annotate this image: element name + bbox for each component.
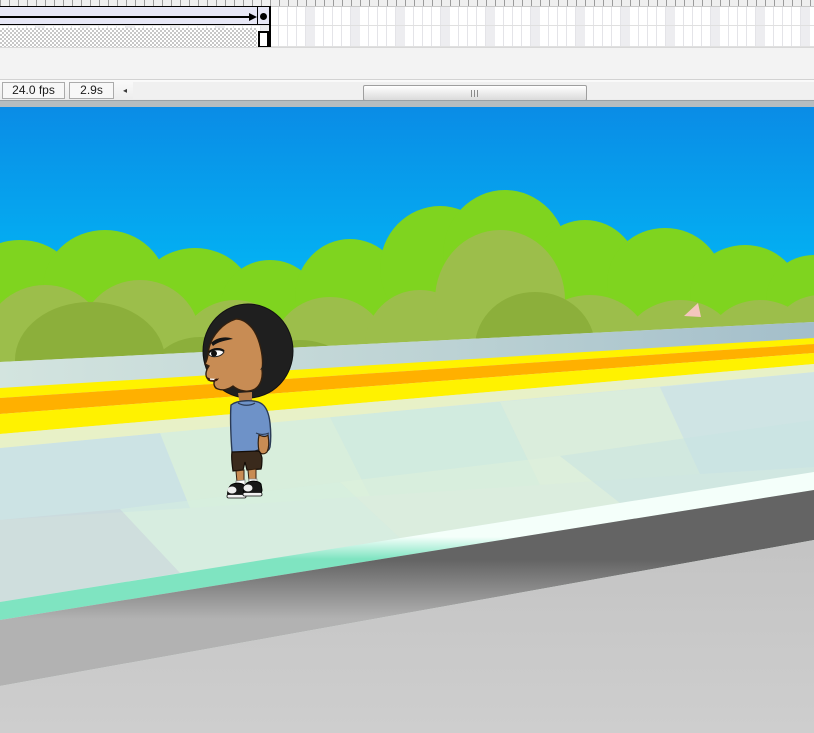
arm-hand [258,435,268,454]
tween-arrowhead-icon [249,13,257,21]
timeline-panel [0,0,814,79]
pupil [211,351,217,357]
shorts [232,451,262,471]
timeline-scrollbar-track[interactable] [133,82,814,99]
stage-canvas[interactable] [0,107,814,733]
elapsed-time-indicator: 2.9s [69,82,114,99]
shoe-left-toe [228,487,237,494]
timeline-status-bar: 24.0 fps 2.9s ◂ [0,79,814,102]
empty-keyframe-rect-icon[interactable] [258,31,269,48]
layer-row-divider [0,25,814,26]
timeline-scrollbar-thumb[interactable] [363,85,587,101]
timeline-empty-area [0,47,814,80]
span-end-border [269,6,271,47]
scrollbar-grip-icon [471,90,479,97]
fps-indicator[interactable]: 24.0 fps [2,82,65,99]
layer2-dotted-span[interactable] [0,28,257,47]
tween-arrow-line [0,16,250,18]
keyframe-dot-icon[interactable] [260,13,267,20]
scroll-left-arrow-icon[interactable]: ◂ [119,83,131,98]
shoe-right-sole [243,493,262,497]
scene-svg[interactable] [0,107,814,733]
shoe-right-toe [244,485,253,492]
